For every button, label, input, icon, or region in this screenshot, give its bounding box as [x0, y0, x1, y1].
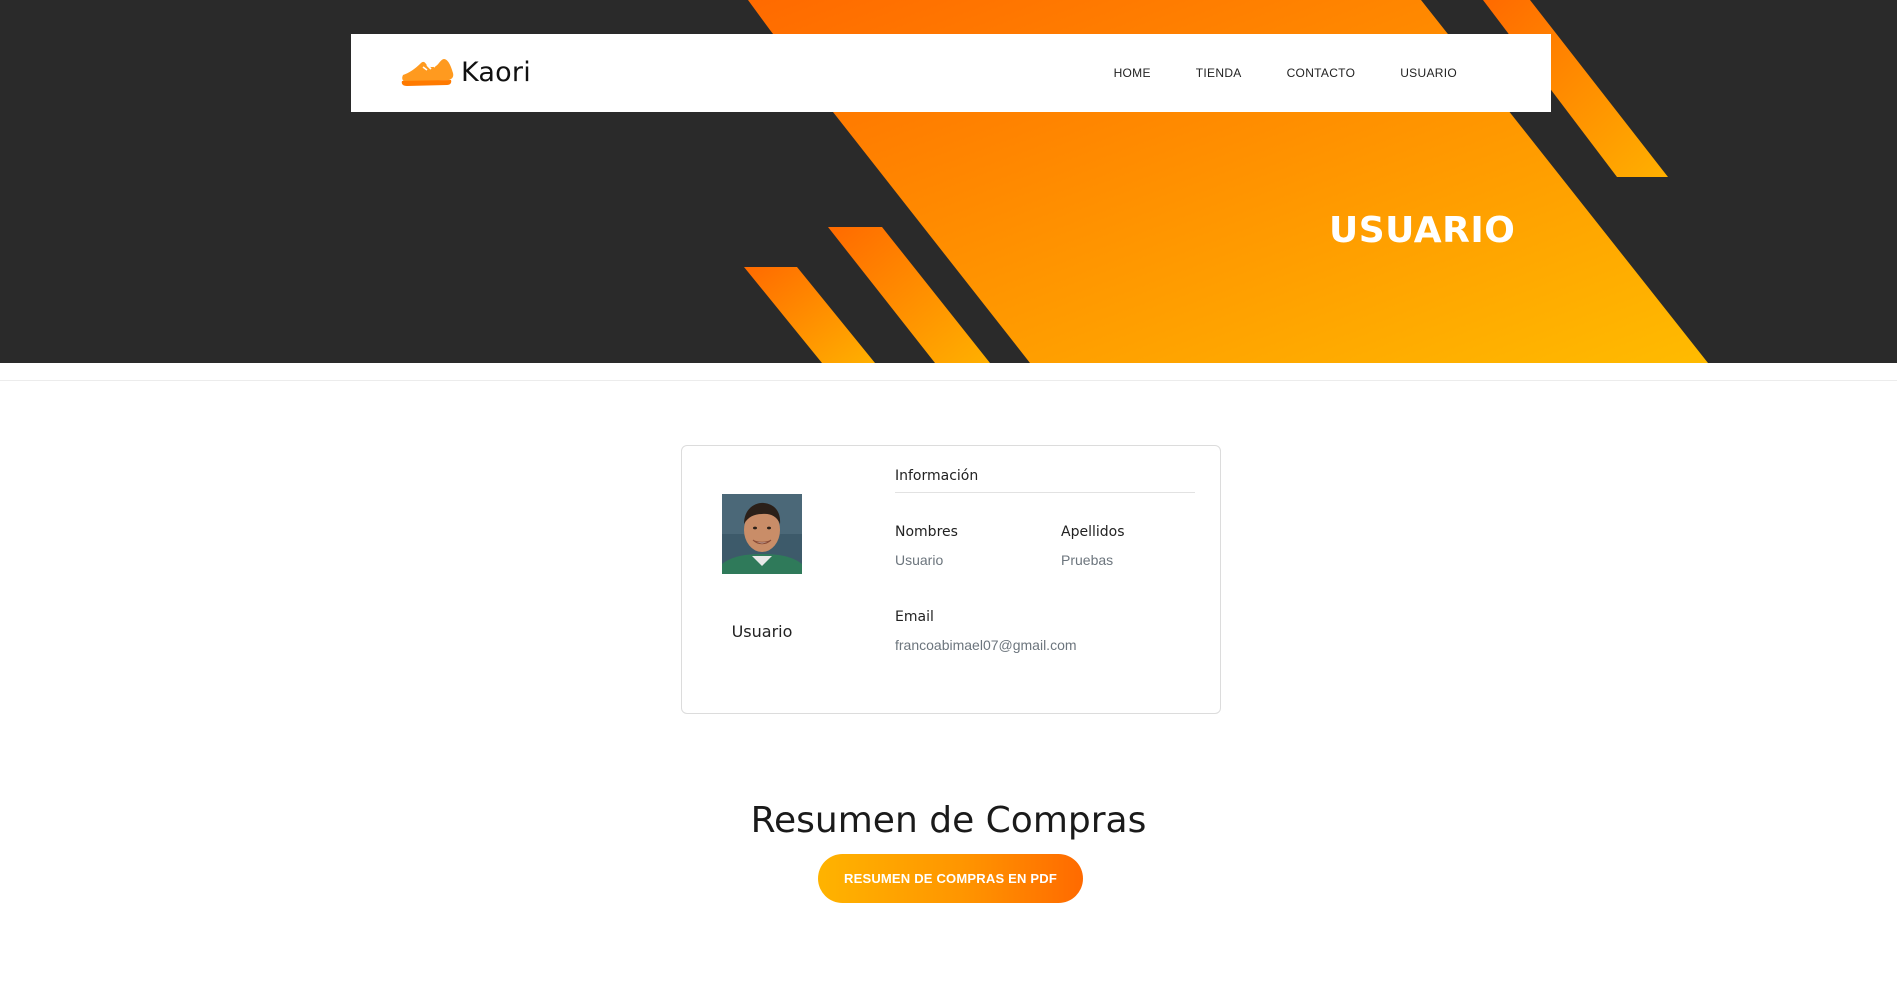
apellidos-value: Pruebas	[1061, 552, 1114, 568]
brand-link[interactable]: Kaori	[399, 51, 531, 94]
purchase-summary-pdf-button[interactable]: RESUMEN DE COMPRAS EN PDF	[818, 854, 1083, 903]
nav-usuario[interactable]: USUARIO	[1400, 66, 1457, 80]
nombres-value: Usuario	[895, 552, 944, 568]
hero-banner: Kaori HOME TIENDA CONTACTO USUARIO USUAR…	[0, 0, 1897, 363]
nombres-label: Nombres	[895, 524, 958, 540]
nav-contacto[interactable]: CONTACTO	[1287, 66, 1356, 80]
apellidos-label: Apellidos	[1061, 524, 1125, 540]
sneaker-icon	[399, 51, 455, 94]
user-profile-page: Kaori HOME TIENDA CONTACTO USUARIO USUAR…	[0, 0, 1897, 991]
top-navbar: Kaori HOME TIENDA CONTACTO USUARIO	[351, 34, 1551, 112]
profile-card: Usuario Información Nombres Usuario Apel…	[681, 445, 1221, 714]
user-photo	[722, 494, 802, 574]
brand-name: Kaori	[461, 57, 531, 88]
email-label: Email	[895, 609, 934, 625]
profile-display-name: Usuario	[731, 622, 793, 641]
page-title: USUARIO	[1329, 210, 1516, 251]
avatar	[722, 494, 802, 574]
hero-shape-strip-2	[744, 267, 875, 363]
section-divider	[0, 380, 1897, 381]
email-value: francoabimael07@gmail.com	[895, 637, 1077, 653]
info-header: Información	[895, 468, 1195, 493]
purchase-summary-title: Resumen de Compras	[750, 800, 1147, 841]
nav-tienda[interactable]: TIENDA	[1196, 66, 1242, 80]
nav-home[interactable]: HOME	[1114, 66, 1151, 80]
main-nav: HOME TIENDA CONTACTO USUARIO	[1069, 34, 1457, 112]
